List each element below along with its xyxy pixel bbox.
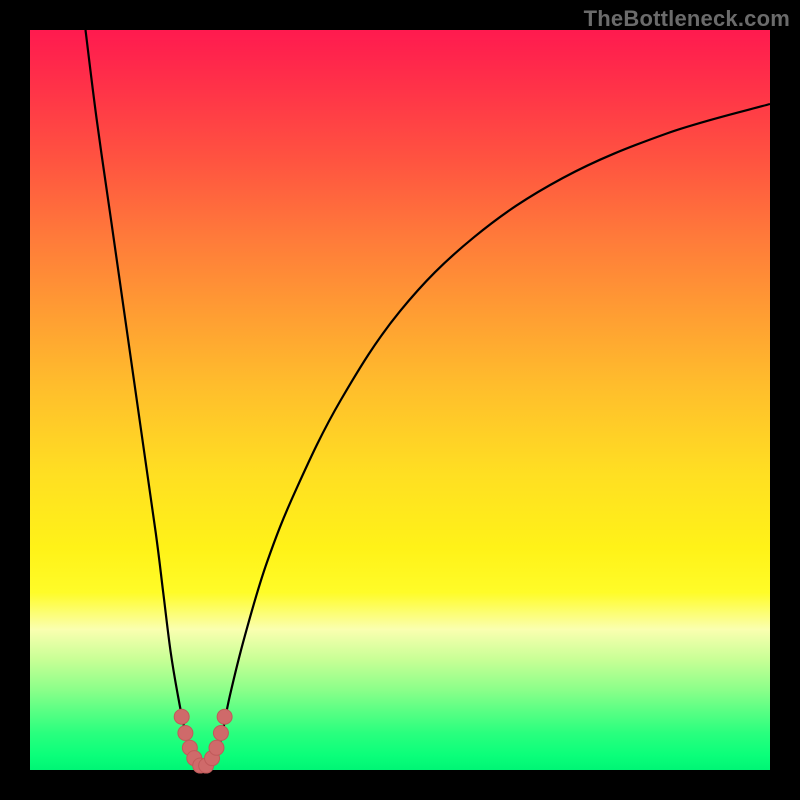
curve-left-branch bbox=[86, 30, 193, 763]
marker-dot bbox=[213, 726, 228, 741]
marker-cluster bbox=[174, 709, 232, 773]
marker-dot bbox=[174, 709, 189, 724]
watermark-text: TheBottleneck.com bbox=[584, 6, 790, 32]
curve-right-branch bbox=[215, 104, 770, 763]
marker-dot bbox=[178, 726, 193, 741]
chart-svg bbox=[30, 30, 770, 770]
marker-dot bbox=[209, 740, 224, 755]
marker-dot bbox=[217, 709, 232, 724]
